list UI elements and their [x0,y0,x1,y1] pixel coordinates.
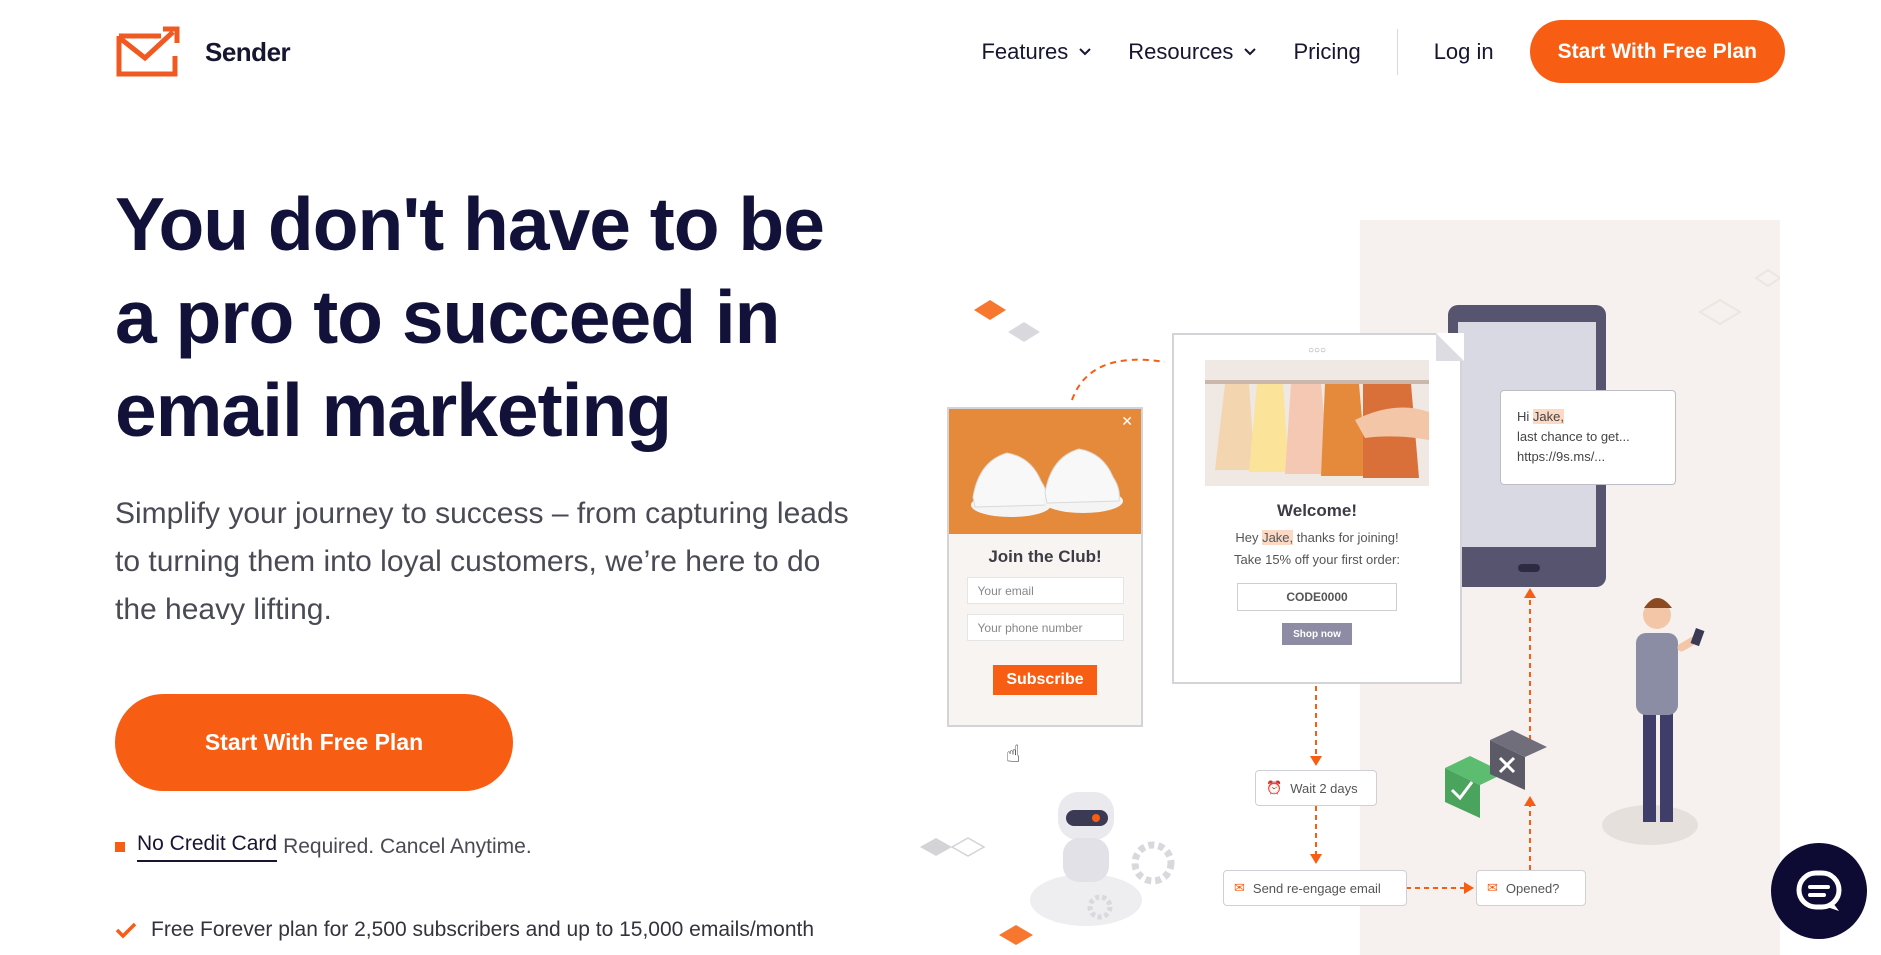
login-label: Log in [1433,38,1494,64]
hero-title-line: You don't have to be [115,182,825,266]
email-offer-line: Take 15% off your first order: [1234,552,1400,567]
hero-cta-label: Start With Free Plan [204,729,424,755]
welcome-email-card: ○○○ Welcome! Hey Jake, thanks for joinin… [1172,333,1462,684]
bullet-square-icon [115,842,125,852]
sms-name: Jake, [1532,409,1564,424]
hero-cta-button[interactable]: Start With Free Plan [115,694,513,791]
hero-title-line: a pro to succeed in [115,275,781,359]
sms-bubble: Hi Jake, last chance to get... https://9… [1500,390,1676,485]
nav-pricing-label: Pricing [1293,38,1361,64]
logo-link[interactable]: Sender [115,26,291,78]
nav-pricing[interactable]: Pricing [1293,39,1360,65]
sms-greeting-pre: Hi [1517,409,1533,424]
hero-title: You don't have to be a pro to succeed in… [115,178,875,457]
chat-icon [1796,870,1842,911]
nav-divider [1396,28,1398,75]
brand-name: Sender [205,36,291,67]
shop-now-button: Shop now [1282,623,1352,645]
popup-email-field: Your email [966,577,1124,604]
sender-logo-icon [116,26,180,77]
hero-subtitle-line: to turning them into loyal customers, we… [115,545,821,578]
header-cta-label: Start With Free Plan [1557,39,1757,63]
no-credit-card-note: No Credit Card Required. Cancel Anytime. [115,832,532,862]
email-greeting-post: thanks for joining! [1293,530,1399,545]
feature-text: Free Forever plan for 2,500 subscribers … [151,918,815,941]
chat-launcher-button[interactable] [1771,843,1867,939]
flow-send-step: ✉ Send re-engage email [1223,870,1407,906]
email-fold [1436,333,1464,361]
email-heading: Welcome! [1277,501,1357,520]
hero-subtitle-line: Simplify your journey to success – from … [115,497,849,530]
signup-popup: ✕ Join the Club! Your email Your phone n… [947,407,1143,727]
hero-title-line: email marketing [115,368,672,452]
header-cta-button[interactable]: Start With Free Plan [1529,20,1785,83]
note-text: Required. Cancel Anytime. [283,835,532,858]
envelope-icon: ✉ [1487,880,1498,895]
close-icon[interactable]: ✕ [1121,413,1133,430]
main-nav: Features Resources Pricing Log in Start … [981,20,1785,83]
sms-link: https://9s.ms/... [1517,449,1606,464]
nav-resources[interactable]: Resources [1128,39,1257,65]
flow-send-label: Send re-engage email [1252,880,1381,896]
chevron-down-icon [1079,47,1091,55]
nav-features-label: Features [981,38,1069,64]
envelope-icon: ✉ [1234,880,1245,895]
cursor-hand-icon: ☝ [1006,741,1021,768]
popup-title: Join the Club! [988,547,1102,566]
hero-illustration: ✕ Join the Club! Your email Your phone n… [900,210,1780,955]
login-link[interactable]: Log in [1434,39,1494,65]
flow-opened-label: Opened? [1505,880,1560,896]
nav-features[interactable]: Features [981,39,1092,65]
chevron-down-icon [1244,47,1257,55]
no-credit-card-link[interactable]: No Credit Card [137,832,278,862]
flow-wait-step: ⏰ Wait 2 days [1255,770,1377,806]
email-text: Hey Jake, thanks for joining! Take 15% o… [1174,527,1460,571]
discount-code: CODE0000 [1237,583,1397,611]
flow-wait-label: Wait 2 days [1290,780,1358,796]
sneakers-image: ✕ [949,409,1141,534]
clothes-rack-image [1205,360,1429,486]
email-name: Jake, [1262,530,1294,545]
hero-subtitle: Simplify your journey to success – from … [115,490,895,634]
email-greeting-pre: Hey [1235,530,1263,545]
feature-item: Free Forever plan for 2,500 subscribers … [115,918,814,942]
popup-subscribe-button: Subscribe [993,665,1097,695]
popup-phone-field: Your phone number [966,614,1124,641]
window-dots-icon: ○○○ [1307,345,1327,356]
flow-opened-step: ✉ Opened? [1476,870,1586,906]
sms-line: last chance to get... [1517,429,1630,444]
nav-resources-label: Resources [1128,38,1234,64]
alarm-icon: ⏰ [1266,780,1283,795]
check-icon [115,922,137,939]
hero-subtitle-line: the heavy lifting. [115,593,332,626]
